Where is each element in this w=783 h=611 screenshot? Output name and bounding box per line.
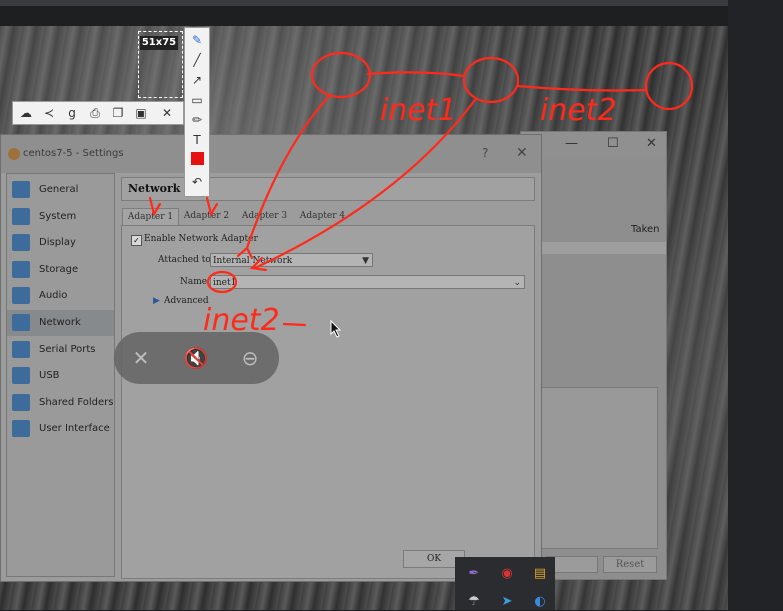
attached-to-value: Internal Network	[213, 256, 293, 266]
serial-ports-icon	[12, 341, 30, 358]
dialog-titlebar: centos7-5 - Settings ? ✕	[1, 135, 541, 173]
network-name-combobox[interactable]: inet1 ⌄	[210, 275, 525, 289]
sidebar-item-shared-folders[interactable]: Shared Folders	[7, 390, 114, 416]
usb-icon	[12, 367, 30, 384]
network-name-value: inet1	[213, 278, 237, 288]
text-icon[interactable]: T	[185, 130, 209, 150]
sidebar-item-user-interface[interactable]: User Interface	[7, 416, 114, 442]
attached-to-select[interactable]: Internal Network ▼	[210, 253, 373, 267]
manager-maximize-button[interactable]: ☐	[607, 136, 619, 151]
tab-adapter-1[interactable]: Adapter 1	[122, 208, 179, 225]
line-icon[interactable]: ╱	[185, 50, 209, 70]
share-icon[interactable]: ≺	[38, 102, 60, 124]
virtualbox-app-icon	[8, 148, 20, 160]
page-title: Network	[128, 182, 181, 195]
shield-icon[interactable]: ◉	[498, 565, 516, 583]
minus-circle-icon[interactable]: ⊖	[234, 342, 266, 374]
feather-icon[interactable]: ✒	[465, 565, 483, 583]
sidebar-item-label: Storage	[39, 264, 79, 275]
sidebar-item-label: System	[39, 211, 77, 222]
manager-titlebar: — ☐ ✕	[521, 132, 666, 158]
tab-adapter-4[interactable]: Adapter 4	[295, 208, 350, 224]
edge-icon[interactable]: ◐	[531, 593, 549, 611]
network-icon	[12, 314, 30, 331]
dialog-title: centos7-5 - Settings	[23, 148, 124, 159]
settings-sidebar: General System Display Storage Audio Net…	[6, 173, 115, 577]
copy-icon[interactable]: ❐	[107, 102, 129, 124]
chevron-down-icon: ▼	[362, 256, 369, 266]
snapshot-taken-header: Taken	[631, 224, 660, 235]
media-overlay-controls: ✕ 🔇 ⊖	[114, 332, 279, 384]
sidebar-item-general[interactable]: General	[7, 177, 114, 203]
dialog-close-button[interactable]: ✕	[516, 145, 528, 161]
adapter-tab-panel: ✓ Enable Network Adapter Attached to: In…	[121, 225, 535, 579]
sidebar-item-serial-ports[interactable]: Serial Ports	[7, 337, 114, 363]
sidebar-item-network[interactable]: Network	[7, 310, 114, 336]
upload-icon[interactable]: ☁	[15, 102, 37, 124]
rectangle-icon[interactable]: ▭	[185, 90, 209, 110]
sidebar-item-label: User Interface	[39, 423, 110, 434]
tab-adapter-2[interactable]: Adapter 2	[179, 208, 234, 224]
sidebar-item-usb[interactable]: USB	[7, 363, 114, 389]
sidebar-item-label: Display	[39, 237, 76, 248]
manager-minimize-button[interactable]: —	[565, 136, 578, 151]
annotation-toolbar: ✎ ╱ ↗ ▭ ✏ T ↶	[184, 27, 210, 197]
help-button[interactable]: ?	[482, 146, 488, 160]
storage-icon	[12, 261, 30, 278]
mouse-cursor-icon	[330, 320, 342, 338]
desktop-dark-strip	[728, 0, 783, 610]
tab-adapter-3[interactable]: Adapter 3	[237, 208, 292, 224]
sidebar-item-label: General	[39, 184, 79, 195]
sidebar-item-label: USB	[39, 370, 60, 381]
sidebar-item-display[interactable]: Display	[7, 230, 114, 256]
expand-arrow-icon[interactable]: ▶	[153, 296, 160, 306]
save-icon[interactable]: ▣	[130, 102, 152, 124]
snapshot-row[interactable]	[541, 242, 666, 254]
undo-icon[interactable]: ↶	[185, 172, 209, 192]
snapshot-details-panel	[541, 387, 658, 549]
user-interface-icon	[12, 420, 30, 437]
close-icon[interactable]: ✕	[156, 102, 178, 124]
manager-reset-button[interactable]: Reset	[603, 556, 657, 573]
chevron-down-icon: ⌄	[513, 278, 521, 288]
manager-close-button[interactable]: ✕	[646, 136, 657, 151]
sidebar-item-storage[interactable]: Storage	[7, 257, 114, 283]
capture-actions-toolbar: ☁ ≺ g ⎙ ❐ ▣ ✕	[12, 101, 184, 125]
shared-folders-icon	[12, 394, 30, 411]
display-icon	[12, 234, 30, 251]
system-tray-popup: ✒ ◉ ▤ ☂ ➤ ◐	[455, 557, 555, 610]
sidebar-item-audio[interactable]: Audio	[7, 283, 114, 309]
top-bar	[0, 0, 783, 6]
umbrella-icon[interactable]: ☂	[465, 593, 483, 611]
attached-to-label: Attached to:	[158, 255, 214, 265]
print-icon[interactable]: ⎙	[84, 102, 106, 124]
enable-adapter-checkbox[interactable]: ✓	[131, 235, 142, 246]
name-label: Name:	[180, 277, 211, 287]
sidebar-item-label: Audio	[39, 290, 68, 301]
system-icon	[12, 208, 30, 225]
sidebar-item-system[interactable]: System	[7, 204, 114, 230]
pen-icon[interactable]: ✎	[185, 30, 209, 50]
sidebar-item-label: Serial Ports	[39, 344, 96, 355]
audio-icon	[12, 287, 30, 304]
virtualbox-manager-window: — ☐ ✕ Taken Reset	[520, 131, 667, 580]
mute-icon[interactable]: 🔇	[180, 342, 212, 374]
telegram-icon[interactable]: ➤	[498, 593, 516, 611]
unpin-icon[interactable]: ✕	[125, 342, 157, 374]
enable-adapter-label: Enable Network Adapter	[144, 234, 258, 244]
google-search-icon[interactable]: g	[61, 102, 83, 124]
marker-icon[interactable]: ✏	[185, 110, 209, 130]
color-swatch[interactable]	[191, 152, 204, 165]
arrow-icon[interactable]: ↗	[185, 70, 209, 90]
sidebar-item-label: Network	[39, 317, 81, 328]
general-icon	[12, 181, 30, 198]
advanced-toggle[interactable]: Advanced	[164, 296, 209, 306]
selection-size-label: 51x75	[140, 36, 178, 50]
sidebar-item-label: Shared Folders	[39, 397, 114, 408]
app-tray-icon[interactable]: ▤	[531, 565, 549, 583]
